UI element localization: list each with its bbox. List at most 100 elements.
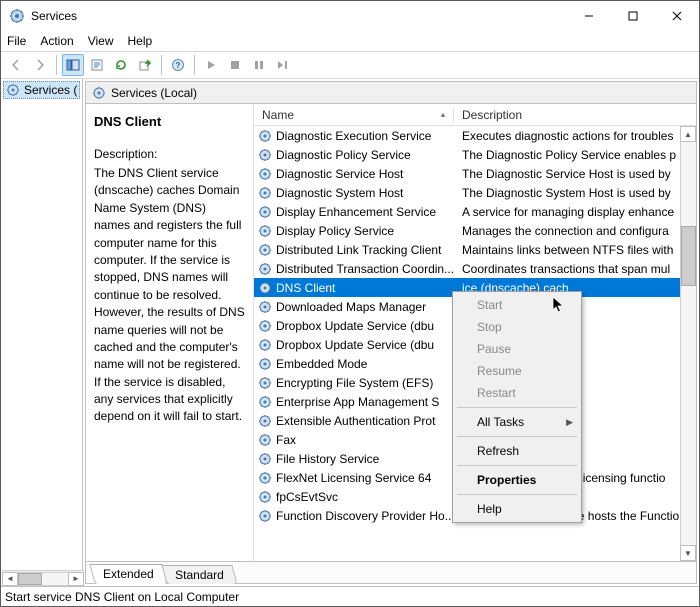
statusbar: Start service DNS Client on Local Comput… xyxy=(1,586,699,606)
service-name: FlexNet Licensing Service 64 xyxy=(276,471,431,485)
tree-scroll-left[interactable]: ◄ xyxy=(2,572,18,586)
service-row[interactable]: Diagnostic System HostThe Diagnostic Sys… xyxy=(254,183,696,202)
gear-icon xyxy=(258,357,272,371)
submenu-arrow-icon: ▶ xyxy=(566,417,573,428)
show-hide-tree-button[interactable] xyxy=(62,54,84,76)
gear-icon xyxy=(258,414,272,428)
gear-icon xyxy=(258,490,272,504)
close-button[interactable] xyxy=(655,1,699,31)
ctx-all-tasks[interactable]: All Tasks▶ xyxy=(455,411,579,433)
help-button[interactable]: ? xyxy=(167,54,189,76)
gear-icon xyxy=(258,452,272,466)
pane-title: Services (Local) xyxy=(111,86,197,100)
service-description: A service for managing display enhance xyxy=(462,205,674,219)
service-name: Embedded Mode xyxy=(276,357,367,371)
service-name: Function Discovery Provider Ho... xyxy=(276,509,454,523)
view-tabs: Extended Standard xyxy=(86,561,696,583)
tab-standard[interactable]: Standard xyxy=(161,565,237,584)
restart-service-button[interactable] xyxy=(272,54,294,76)
column-name[interactable]: Name▴ xyxy=(254,108,454,122)
service-row[interactable]: Distributed Link Tracking Client Maintain… xyxy=(254,240,696,259)
toolbar: ? xyxy=(1,51,699,79)
service-name: Display Policy Service xyxy=(276,224,394,238)
service-row[interactable]: Diagnostic Execution ServiceExecutes dia… xyxy=(254,126,696,145)
gear-icon xyxy=(258,262,272,276)
gear-icon xyxy=(258,167,272,181)
gear-icon xyxy=(258,509,272,523)
services-app-icon xyxy=(9,8,25,24)
refresh-button[interactable] xyxy=(110,54,132,76)
service-name: Distributed Transaction Coordin... xyxy=(276,262,454,276)
list-header: Name▴ Description xyxy=(254,104,696,126)
context-menu: Start Stop Pause Resume Restart All Task… xyxy=(452,291,582,523)
service-name: File History Service xyxy=(276,452,379,466)
menu-file[interactable]: File xyxy=(7,34,26,48)
ctx-properties[interactable]: Properties xyxy=(455,469,579,491)
scroll-down[interactable]: ▼ xyxy=(680,545,696,561)
tree-root-item[interactable]: Services (L xyxy=(3,81,80,99)
gear-icon xyxy=(258,186,272,200)
gear-icon xyxy=(6,83,20,97)
tree-scroll-track[interactable] xyxy=(18,572,68,586)
service-row[interactable]: Diagnostic Service Host The Diagnostic Se… xyxy=(254,164,696,183)
gear-icon xyxy=(258,395,272,409)
tab-extended[interactable]: Extended xyxy=(89,564,167,584)
tree-root-label: Services (L xyxy=(24,83,77,97)
properties-button[interactable] xyxy=(86,54,108,76)
service-row[interactable]: Display Policy Service Manages the connec… xyxy=(254,221,696,240)
status-text: Start service DNS Client on Local Comput… xyxy=(5,590,239,604)
tree-scroll-right[interactable]: ► xyxy=(68,572,83,586)
ctx-refresh[interactable]: Refresh xyxy=(455,440,579,462)
service-name: Encrypting File System (EFS) xyxy=(276,376,433,390)
menu-help[interactable]: Help xyxy=(128,34,153,48)
gear-icon xyxy=(258,224,272,238)
scroll-track[interactable] xyxy=(680,142,696,545)
pane-header: Services (Local) xyxy=(86,82,696,104)
maximize-button[interactable] xyxy=(611,1,655,31)
service-name: Distributed Link Tracking Client xyxy=(276,243,441,257)
stop-service-button[interactable] xyxy=(224,54,246,76)
service-row[interactable]: Diagnostic Policy ServiceThe Diagnostic … xyxy=(254,145,696,164)
export-list-button[interactable] xyxy=(134,54,156,76)
gear-icon xyxy=(258,148,272,162)
service-row[interactable]: Distributed Transaction Coordin...Coordi… xyxy=(254,259,696,278)
service-name: Diagnostic Service Host xyxy=(276,167,403,181)
service-description: Manages the connection and configura xyxy=(462,224,669,238)
service-name: Enterprise App Management S xyxy=(276,395,439,409)
gear-icon xyxy=(258,243,272,257)
back-button[interactable] xyxy=(5,54,27,76)
service-description: The Diagnostic System Host is used by xyxy=(462,186,671,200)
ctx-start[interactable]: Start xyxy=(455,294,579,316)
tree-pane: Services (L ◄ ► xyxy=(1,79,83,586)
scroll-up[interactable]: ▲ xyxy=(680,126,696,142)
minimize-button[interactable] xyxy=(567,1,611,31)
gear-icon xyxy=(258,129,272,143)
pane-body: DNS Client Description: The DNS Client s… xyxy=(86,104,696,561)
service-description: Maintains links between NTFS files with xyxy=(462,243,673,257)
start-service-button[interactable] xyxy=(200,54,222,76)
service-name: Fax xyxy=(276,433,296,447)
gear-icon xyxy=(258,471,272,485)
list-pane-container: Services (Local) DNS Client Description:… xyxy=(85,81,697,584)
service-row[interactable]: Display Enhancement ServiceA service for… xyxy=(254,202,696,221)
ctx-stop[interactable]: Stop xyxy=(455,316,579,338)
column-description[interactable]: Description xyxy=(454,108,696,122)
detail-caption: Description: xyxy=(94,147,245,161)
pause-service-button[interactable] xyxy=(248,54,270,76)
ctx-restart[interactable]: Restart xyxy=(455,382,579,404)
service-name: Downloaded Maps Manager xyxy=(276,300,426,314)
window-buttons xyxy=(567,1,699,31)
service-name: Dropbox Update Service (dbu xyxy=(276,338,434,352)
gear-icon xyxy=(92,86,106,100)
list-vscroll: ▲ ▼ xyxy=(680,126,696,561)
menubar: File Action View Help xyxy=(1,31,699,51)
service-description: The Diagnostic Service Host is used by xyxy=(462,167,671,181)
menu-action[interactable]: Action xyxy=(40,34,73,48)
menu-view[interactable]: View xyxy=(88,34,114,48)
ctx-help[interactable]: Help xyxy=(455,498,579,520)
svg-text:?: ? xyxy=(176,61,181,70)
ctx-resume[interactable]: Resume xyxy=(455,360,579,382)
service-name: Dropbox Update Service (dbu xyxy=(276,319,434,333)
ctx-pause[interactable]: Pause xyxy=(455,338,579,360)
forward-button[interactable] xyxy=(29,54,51,76)
